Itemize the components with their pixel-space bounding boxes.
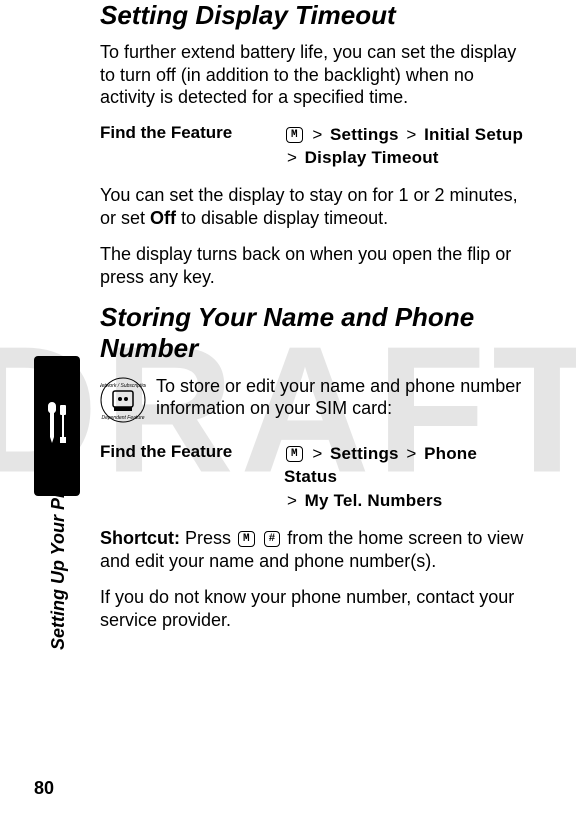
para2-post: to disable display timeout. bbox=[176, 208, 388, 228]
sim-dependent-icon: Network / Subscription Dependent Feature bbox=[100, 377, 146, 428]
path-sep: > bbox=[312, 444, 322, 463]
path-sep: > bbox=[406, 125, 416, 144]
shortcut-pre: Press bbox=[180, 528, 236, 548]
section2-para4: If you do not know your phone number, co… bbox=[100, 586, 526, 631]
shortcut-para: Shortcut: Press M # from the home screen… bbox=[100, 527, 526, 572]
path-sep: > bbox=[287, 491, 297, 510]
section2-title: Storing Your Name and Phone Number bbox=[100, 302, 526, 364]
menu-key-icon: M bbox=[286, 127, 303, 143]
sim-note-text: To store or edit your name and phone num… bbox=[156, 375, 526, 420]
path-settings: Settings bbox=[330, 444, 399, 463]
find-feature-row-2: Find the Feature M > Settings > Phone St… bbox=[100, 442, 526, 513]
path-sep: > bbox=[287, 148, 297, 167]
path-sep: > bbox=[406, 444, 416, 463]
menu-key-icon: M bbox=[238, 531, 255, 547]
path-my-tel-numbers: My Tel. Numbers bbox=[305, 491, 443, 510]
section1-para3: The display turns back on when you open … bbox=[100, 243, 526, 288]
find-feature-label: Find the Feature bbox=[100, 123, 260, 171]
section1-title: Setting Display Timeout bbox=[100, 0, 526, 31]
path-display-timeout: Display Timeout bbox=[305, 148, 439, 167]
feature-path-1: M > Settings > Initial Setup > Display T… bbox=[284, 123, 526, 171]
path-initial-setup: Initial Setup bbox=[424, 125, 523, 144]
shortcut-label: Shortcut: bbox=[100, 528, 180, 548]
page-content: Setting Display Timeout To further exten… bbox=[100, 0, 526, 645]
menu-key-icon: M bbox=[286, 446, 303, 462]
page-number: 80 bbox=[34, 778, 54, 799]
svg-text:Dependent Feature: Dependent Feature bbox=[101, 415, 144, 421]
section1-para2: You can set the display to stay on for 1… bbox=[100, 184, 526, 229]
svg-text:Network / Subscription: Network / Subscription bbox=[100, 383, 146, 389]
find-feature-label: Find the Feature bbox=[100, 442, 260, 513]
path-settings: Settings bbox=[330, 125, 399, 144]
feature-path-2: M > Settings > Phone Status > My Tel. Nu… bbox=[284, 442, 526, 513]
section1-para1: To further extend battery life, you can … bbox=[100, 41, 526, 109]
sim-note-row: Network / Subscription Dependent Feature… bbox=[100, 375, 526, 428]
path-sep: > bbox=[312, 125, 322, 144]
find-feature-row-1: Find the Feature M > Settings > Initial … bbox=[100, 123, 526, 171]
wrench-screwdriver-icon bbox=[42, 402, 72, 450]
side-caption: Setting Up Your Phone bbox=[48, 455, 69, 650]
hash-key-icon: # bbox=[264, 531, 281, 547]
off-word: Off bbox=[150, 208, 176, 228]
